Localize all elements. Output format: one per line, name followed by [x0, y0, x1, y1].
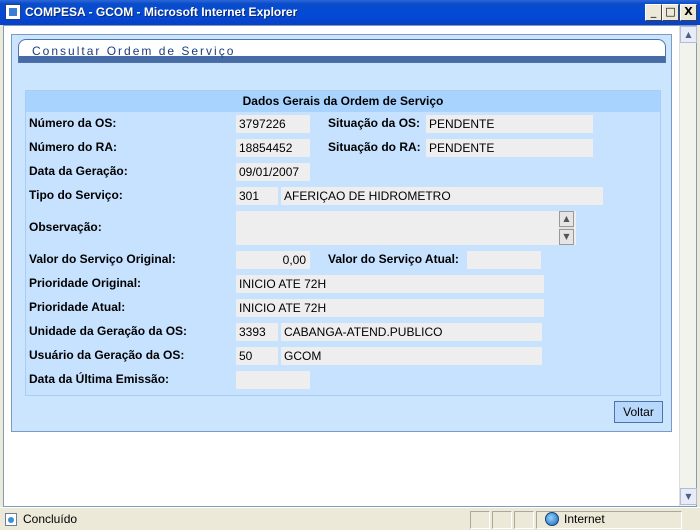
- ultima-emissao-label: Data da Última Emissão:: [29, 372, 170, 386]
- prioridade-atual-label: Prioridade Atual:: [29, 300, 126, 314]
- usuario-geracao-label: Usuário da Geração da OS:: [29, 348, 185, 362]
- ultima-emissao-field[interactable]: [236, 371, 310, 389]
- status-cell: [492, 511, 512, 529]
- situacao-ra-field[interactable]: PENDENTE: [426, 139, 593, 157]
- ie-app-icon: [5, 4, 21, 20]
- title-bar: COMPESA - GCOM - Microsoft Internet Expl…: [0, 0, 700, 25]
- tipo-servico-code-field[interactable]: 301: [236, 187, 278, 205]
- numero-ra-label: Número do RA:: [29, 140, 117, 154]
- prioridade-original-field[interactable]: INICIO ATE 72H: [236, 275, 544, 293]
- status-text: Concluído: [23, 512, 78, 526]
- maximize-button[interactable]: □: [662, 4, 679, 21]
- numero-os-field[interactable]: 3797226: [236, 115, 310, 133]
- zone-text: Internet: [564, 512, 605, 526]
- valor-original-field[interactable]: 0,00: [236, 251, 310, 269]
- status-cell: [514, 511, 534, 529]
- browser-window: COMPESA - GCOM - Microsoft Internet Expl…: [0, 0, 700, 530]
- page-vertical-scrollbar[interactable]: ▲ ▼: [679, 26, 697, 506]
- page-scroll-up-icon[interactable]: ▲: [680, 26, 697, 43]
- unidade-desc-field[interactable]: CABANGA-ATEND.PUBLICO: [281, 323, 542, 341]
- dados-gerais-form: Dados Gerais da Ordem de Serviço Número …: [25, 90, 661, 396]
- tipo-servico-label: Tipo do Serviço:: [29, 188, 123, 202]
- usuario-code-field[interactable]: 50: [236, 347, 278, 365]
- prioridade-atual-field[interactable]: INICIO ATE 72H: [236, 299, 544, 317]
- data-geracao-label: Data da Geração:: [29, 164, 128, 178]
- observacao-label: Observação:: [29, 220, 102, 234]
- situacao-os-field[interactable]: PENDENTE: [426, 115, 593, 133]
- unidade-geracao-label: Unidade da Geração da OS:: [29, 324, 188, 338]
- page-title: Consultar Ordem de Serviço: [32, 44, 236, 58]
- observacao-scrollbar[interactable]: ▲ ▼: [559, 211, 574, 245]
- usuario-desc-field[interactable]: GCOM: [281, 347, 542, 365]
- situacao-ra-label: Situação do RA:: [328, 140, 421, 154]
- form-section-title: Dados Gerais da Ordem de Serviço: [26, 91, 660, 112]
- numero-os-label: Número da OS:: [29, 116, 117, 130]
- valor-original-label: Valor do Serviço Original:: [29, 252, 176, 266]
- data-geracao-field[interactable]: 09/01/2007: [236, 163, 310, 181]
- valor-atual-field[interactable]: [467, 251, 541, 269]
- voltar-button[interactable]: Voltar: [614, 401, 663, 423]
- situacao-os-label: Situação da OS:: [328, 116, 421, 130]
- window-title: COMPESA - GCOM - Microsoft Internet Expl…: [25, 5, 298, 19]
- minimize-button[interactable]: _: [645, 4, 662, 21]
- tipo-servico-desc-field[interactable]: AFERIÇAO DE HIDROMETRO: [281, 187, 603, 205]
- prioridade-original-label: Prioridade Original:: [29, 276, 142, 290]
- status-cell: [470, 511, 490, 529]
- observacao-textarea[interactable]: [236, 211, 576, 245]
- panel-header: Consultar Ordem de Serviço: [18, 39, 666, 63]
- internet-zone-icon: [545, 512, 559, 526]
- page-done-icon: [5, 513, 17, 526]
- browser-content-area: Consultar Ordem de Serviço Dados Gerais …: [3, 25, 697, 507]
- close-button[interactable]: X: [680, 4, 697, 21]
- valor-atual-label: Valor do Serviço Atual:: [328, 252, 459, 266]
- consultar-os-panel: Consultar Ordem de Serviço Dados Gerais …: [11, 34, 672, 432]
- status-bar: Concluído Internet: [0, 507, 700, 530]
- unidade-code-field[interactable]: 3393: [236, 323, 278, 341]
- page-scroll-down-icon[interactable]: ▼: [680, 488, 697, 505]
- page-content: Consultar Ordem de Serviço Dados Gerais …: [4, 26, 680, 506]
- scroll-up-icon[interactable]: ▲: [559, 211, 574, 227]
- numero-ra-field[interactable]: 18854452: [236, 139, 310, 157]
- scroll-down-icon[interactable]: ▼: [559, 229, 574, 245]
